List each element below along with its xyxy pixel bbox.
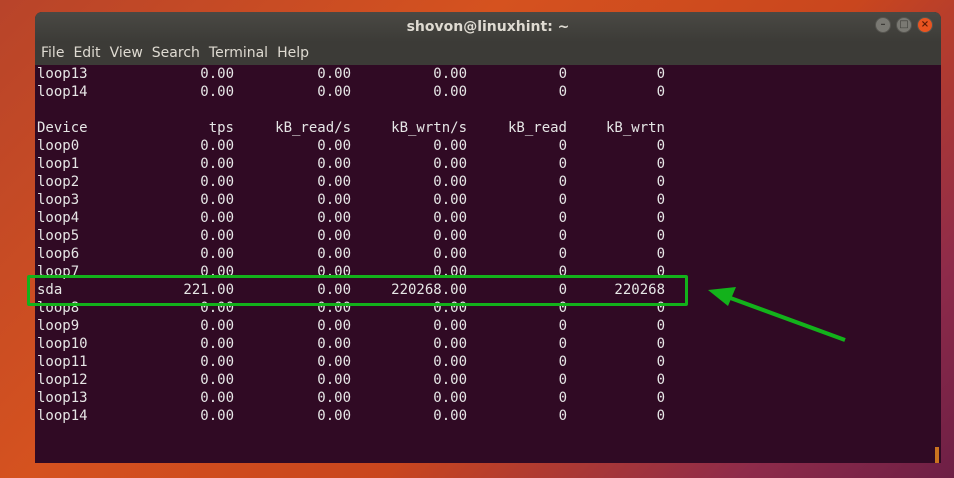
arrow-annotation bbox=[708, 287, 846, 342]
